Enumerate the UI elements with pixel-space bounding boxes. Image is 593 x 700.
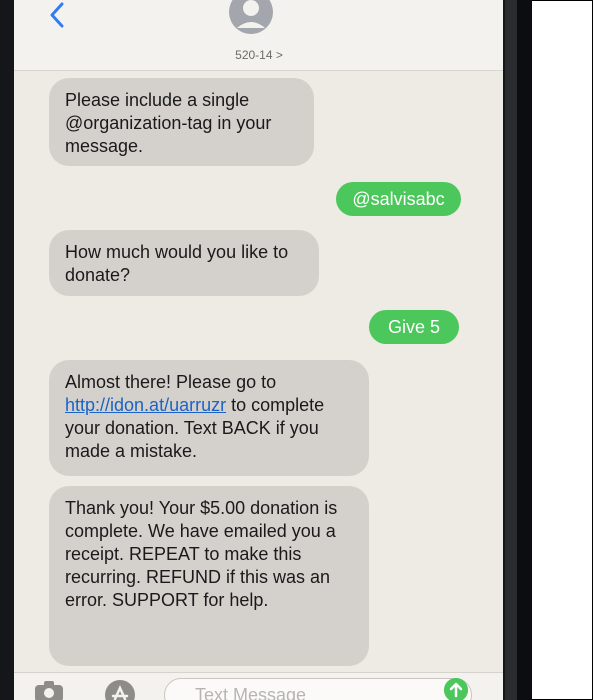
contact-name[interactable]: 520-14 > <box>219 48 299 62</box>
messages-screen: 520-14 > Please include a single @organi… <box>14 0 503 700</box>
sent-message: Give 5 <box>369 310 459 344</box>
phone-edge <box>505 0 517 700</box>
conversation-header: 520-14 > <box>14 0 503 71</box>
input-bar: Text Message <box>14 672 503 700</box>
message-text: Almost there! Please go to <box>65 372 277 392</box>
received-message-with-link: Almost there! Please go to http://idon.a… <box>49 360 369 476</box>
chevron-left-icon[interactable] <box>44 2 70 32</box>
donation-link[interactable]: http://idon.at/uarruzr <box>65 395 226 415</box>
phone-body: 520-14 > Please include a single @organi… <box>0 0 532 700</box>
avatar[interactable] <box>227 0 275 36</box>
received-message: Thank you! Your $5.00 donation is comple… <box>49 486 369 666</box>
received-message: Please include a single @organization-ta… <box>49 78 314 166</box>
received-message: How much would you like to donate? <box>49 230 319 296</box>
message-input-placeholder: Text Message <box>195 685 307 700</box>
send-arrow-icon[interactable] <box>444 678 468 700</box>
message-input[interactable]: Text Message <box>164 678 472 700</box>
app-store-icon[interactable] <box>104 679 136 700</box>
camera-icon[interactable] <box>34 680 64 700</box>
sent-message: @salvisabc <box>336 182 461 216</box>
phone-side <box>517 0 532 700</box>
